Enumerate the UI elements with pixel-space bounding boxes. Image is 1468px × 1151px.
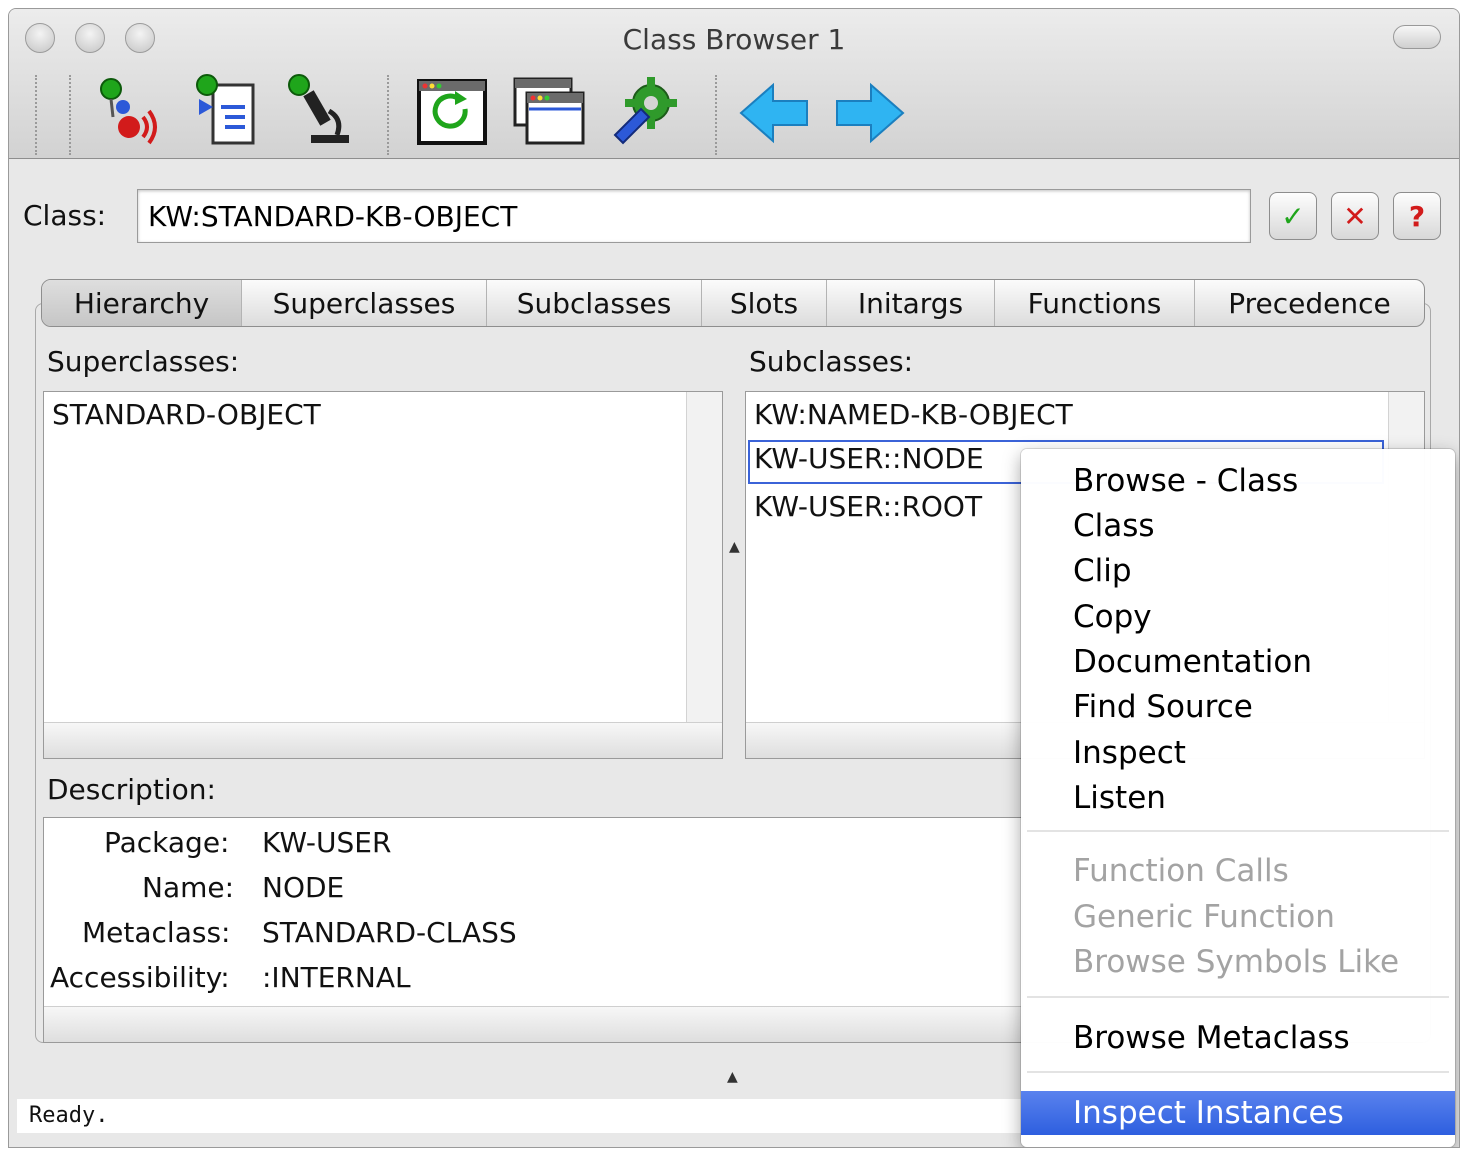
class-browser-window: Class Browser 1 Class: KW:STANDARD-KB-OB… bbox=[8, 8, 1460, 1148]
tab-slots[interactable]: Slots bbox=[702, 280, 827, 326]
tab-superclasses[interactable]: Superclasses bbox=[242, 280, 487, 326]
toolbar-toggle-button[interactable] bbox=[1393, 25, 1441, 49]
description-box: Package: KW-USER Name: NODE Metaclass: S… bbox=[43, 817, 1023, 1043]
menu-item-inspect[interactable]: Inspect bbox=[1021, 731, 1455, 775]
menu-item-function-calls: Function Calls bbox=[1073, 853, 1289, 889]
list-item[interactable]: KW:NAMED-KB-OBJECT bbox=[754, 398, 1073, 431]
menu-item-inspect-instances[interactable]: Inspect Instances bbox=[1021, 1091, 1455, 1135]
window-title: Class Browser 1 bbox=[622, 23, 846, 56]
help-question-icon[interactable]: ? bbox=[1393, 192, 1441, 240]
menu-separator bbox=[1027, 996, 1449, 998]
description-label: Description: bbox=[47, 773, 216, 806]
tab-functions[interactable]: Functions bbox=[995, 280, 1195, 326]
desc-key: Metaclass: bbox=[82, 916, 231, 949]
status-bar: Ready. bbox=[17, 1099, 1027, 1133]
refresh-window-icon[interactable] bbox=[411, 71, 489, 151]
menu-separator bbox=[1027, 830, 1449, 832]
microscope-tool-icon[interactable] bbox=[281, 71, 359, 151]
windows-icon[interactable] bbox=[509, 71, 587, 151]
title-bar: Class Browser 1 bbox=[9, 9, 1459, 159]
tab-subclasses[interactable]: Subclasses bbox=[487, 280, 702, 326]
splitter-handle[interactable]: ▲ bbox=[729, 539, 740, 555]
menu-item-generic-function: Generic Function bbox=[1073, 899, 1335, 935]
menu-item-find-source[interactable]: Find Source bbox=[1021, 685, 1455, 729]
splitter-handle[interactable]: ▲ bbox=[727, 1069, 738, 1085]
tab-hierarchy[interactable]: Hierarchy bbox=[42, 280, 242, 326]
tab-precedence[interactable]: Precedence bbox=[1195, 280, 1424, 326]
gear-wrench-icon[interactable] bbox=[605, 71, 683, 151]
desc-value: KW-USER bbox=[262, 826, 392, 859]
desc-value: NODE bbox=[262, 871, 345, 904]
forward-arrow-icon[interactable] bbox=[831, 71, 909, 151]
superclasses-label: Superclasses: bbox=[47, 345, 240, 378]
menu-item-browse-metaclass[interactable]: Browse Metaclass bbox=[1021, 1016, 1455, 1060]
list-item[interactable]: KW-USER::ROOT bbox=[754, 490, 982, 523]
horizontal-scrollbar[interactable] bbox=[44, 1006, 1022, 1042]
desc-value: :INTERNAL bbox=[262, 961, 411, 994]
superclasses-list[interactable]: STANDARD-OBJECT bbox=[43, 391, 723, 759]
tab-bar: Hierarchy Superclasses Subclasses Slots … bbox=[41, 279, 1425, 327]
toolbar-separator bbox=[69, 75, 71, 155]
cancel-x-icon[interactable]: ✕ bbox=[1331, 192, 1379, 240]
menu-separator bbox=[1027, 1071, 1449, 1073]
menu-item-browse-class[interactable]: Browse - Class bbox=[1021, 459, 1455, 503]
desc-key: Package: bbox=[104, 826, 230, 859]
menu-item-copy[interactable]: Copy bbox=[1021, 595, 1455, 639]
menu-item-clip[interactable]: Clip bbox=[1021, 549, 1455, 593]
context-menu: Browse - Class Class Clip Copy Documenta… bbox=[1021, 449, 1455, 1147]
class-label: Class: bbox=[23, 199, 107, 232]
class-input[interactable] bbox=[137, 189, 1251, 243]
desc-key: Name: bbox=[142, 871, 235, 904]
toolbar-separator bbox=[35, 75, 37, 155]
menu-item-listen[interactable]: Listen bbox=[1021, 776, 1455, 820]
toolbar-separator bbox=[387, 75, 389, 155]
desc-key: Accessibility: bbox=[50, 961, 230, 994]
desc-value: STANDARD-CLASS bbox=[262, 916, 517, 949]
toolbar-separator bbox=[715, 75, 717, 155]
tab-initargs[interactable]: Initargs bbox=[827, 280, 995, 326]
document-tool-icon[interactable] bbox=[185, 71, 263, 151]
horizontal-scrollbar[interactable] bbox=[44, 722, 722, 758]
menu-item-documentation[interactable]: Documentation bbox=[1021, 640, 1455, 684]
list-item[interactable]: STANDARD-OBJECT bbox=[52, 398, 321, 431]
menu-item-browse-symbols-like: Browse Symbols Like bbox=[1073, 944, 1400, 980]
broadcast-tool-icon[interactable] bbox=[89, 71, 167, 151]
back-arrow-icon[interactable] bbox=[735, 71, 813, 151]
confirm-check-icon[interactable]: ✓ bbox=[1269, 192, 1317, 240]
menu-item-class[interactable]: Class bbox=[1021, 504, 1455, 548]
vertical-scrollbar[interactable] bbox=[686, 392, 722, 722]
subclasses-label: Subclasses: bbox=[749, 345, 914, 378]
